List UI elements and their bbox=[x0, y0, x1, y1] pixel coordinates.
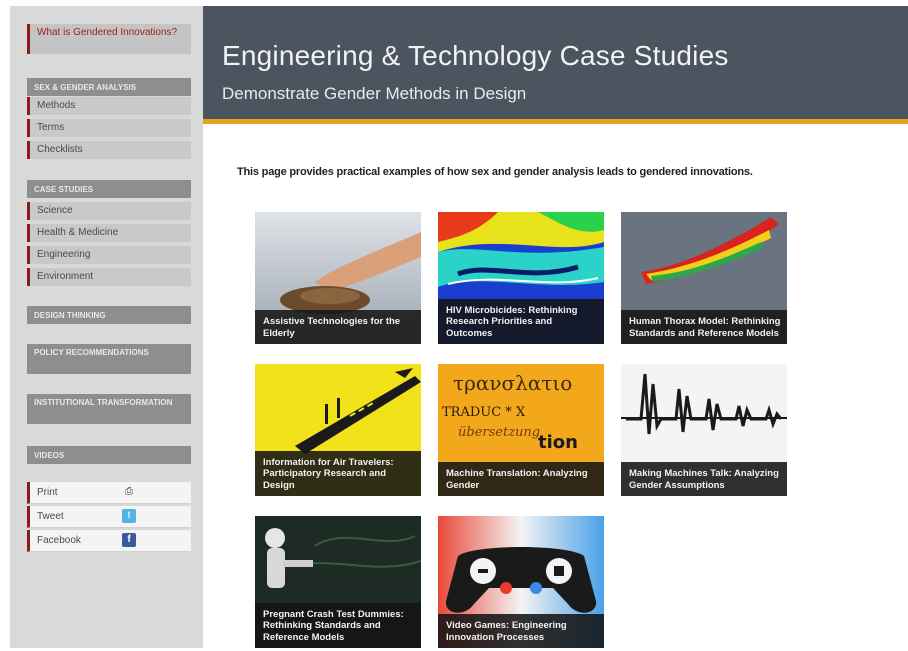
case-card-machine-translation[interactable]: τρανσλατιο TRADUC * X übersetzung tion M… bbox=[438, 364, 604, 496]
case-card-caption: Making Machines Talk: Analyzing Gender A… bbox=[621, 462, 787, 496]
svg-text:übersetzung: übersetzung bbox=[458, 425, 540, 440]
sidebar: What is Gendered Innovations? Sex & Gend… bbox=[10, 6, 203, 648]
case-card-hiv-microbicides[interactable]: HIV Microbicides: Rethinking Research Pr… bbox=[438, 212, 604, 344]
sidebar-item-science[interactable]: Science bbox=[27, 202, 191, 220]
page-title: Engineering & Technology Case Studies bbox=[222, 40, 729, 71]
sidebar-heading-videos[interactable]: Videos bbox=[27, 446, 191, 464]
case-card-caption: Human Thorax Model: Rethinking Standards… bbox=[621, 310, 787, 344]
share-print-label: Print bbox=[37, 487, 58, 498]
intro-text: This page provides practical examples of… bbox=[237, 166, 753, 178]
case-card-assistive-technologies[interactable]: Assistive Technologies for the Elderly bbox=[255, 212, 421, 344]
facebook-icon: f bbox=[122, 533, 136, 547]
sidebar-item-health-medicine[interactable]: Health & Medicine bbox=[27, 224, 191, 242]
sidebar-item-terms[interactable]: Terms bbox=[27, 119, 191, 137]
case-card-caption: Pregnant Crash Test Dummies: Rethinking … bbox=[255, 602, 421, 648]
sidebar-heading-design-thinking[interactable]: Design Thinking bbox=[27, 306, 191, 324]
case-card-caption: Machine Translation: Analyzing Gender bbox=[438, 462, 604, 496]
sidebar-heading-policy-recommendations[interactable]: Policy Recommendations bbox=[27, 344, 191, 374]
case-card-caption: Information for Air Travelers: Participa… bbox=[255, 450, 421, 496]
page-frame: What is Gendered Innovations? Sex & Gend… bbox=[10, 6, 908, 648]
sidebar-item-engineering[interactable]: Engineering bbox=[27, 246, 191, 264]
sidebar-heading-case-studies[interactable]: Case Studies bbox=[27, 180, 191, 198]
main-content: This page provides practical examples of… bbox=[203, 124, 908, 648]
svg-text:tion: tion bbox=[538, 432, 578, 453]
share-facebook[interactable]: Facebook f bbox=[27, 530, 191, 552]
share-print[interactable]: Print ⎙ bbox=[27, 482, 191, 504]
page-subtitle: Demonstrate Gender Methods in Design bbox=[222, 84, 527, 103]
svg-text:τρανσλατιο: τρανσλατιο bbox=[453, 371, 572, 395]
sidebar-item-checklists[interactable]: Checklists bbox=[27, 141, 191, 159]
share-tweet[interactable]: Tweet t bbox=[27, 506, 191, 528]
sidebar-heading-sex-gender-analysis[interactable]: Sex & Gender Analysis bbox=[27, 78, 191, 96]
share-tweet-label: Tweet bbox=[37, 511, 64, 522]
sidebar-heading-institutional-transformation[interactable]: Institutional Transformation bbox=[27, 394, 191, 424]
svg-text:TRADUC * X: TRADUC * X bbox=[442, 405, 526, 420]
twitter-icon: t bbox=[122, 509, 136, 523]
case-card-air-travelers[interactable]: Information for Air Travelers: Participa… bbox=[255, 364, 421, 496]
case-card-video-games[interactable]: Video Games: Engineering Innovation Proc… bbox=[438, 516, 604, 648]
printer-icon: ⎙ bbox=[125, 486, 133, 497]
page-header: Engineering & Technology Case Studies De… bbox=[203, 6, 908, 119]
case-card-making-machines-talk[interactable]: Making Machines Talk: Analyzing Gender A… bbox=[621, 364, 787, 496]
case-card-caption: Video Games: Engineering Innovation Proc… bbox=[438, 614, 604, 648]
share-facebook-label: Facebook bbox=[37, 535, 81, 546]
case-card-caption: Assistive Technologies for the Elderly bbox=[255, 310, 421, 344]
sidebar-item-environment[interactable]: Environment bbox=[27, 268, 191, 286]
case-card-caption: HIV Microbicides: Rethinking Research Pr… bbox=[438, 298, 604, 344]
sidebar-item-methods[interactable]: Methods bbox=[27, 97, 191, 115]
sidebar-item-what-is-gendered-innovations[interactable]: What is Gendered Innovations? bbox=[27, 24, 191, 54]
case-card-human-thorax-model[interactable]: Human Thorax Model: Rethinking Standards… bbox=[621, 212, 787, 344]
case-card-pregnant-crash-test-dummies[interactable]: Pregnant Crash Test Dummies: Rethinking … bbox=[255, 516, 421, 648]
